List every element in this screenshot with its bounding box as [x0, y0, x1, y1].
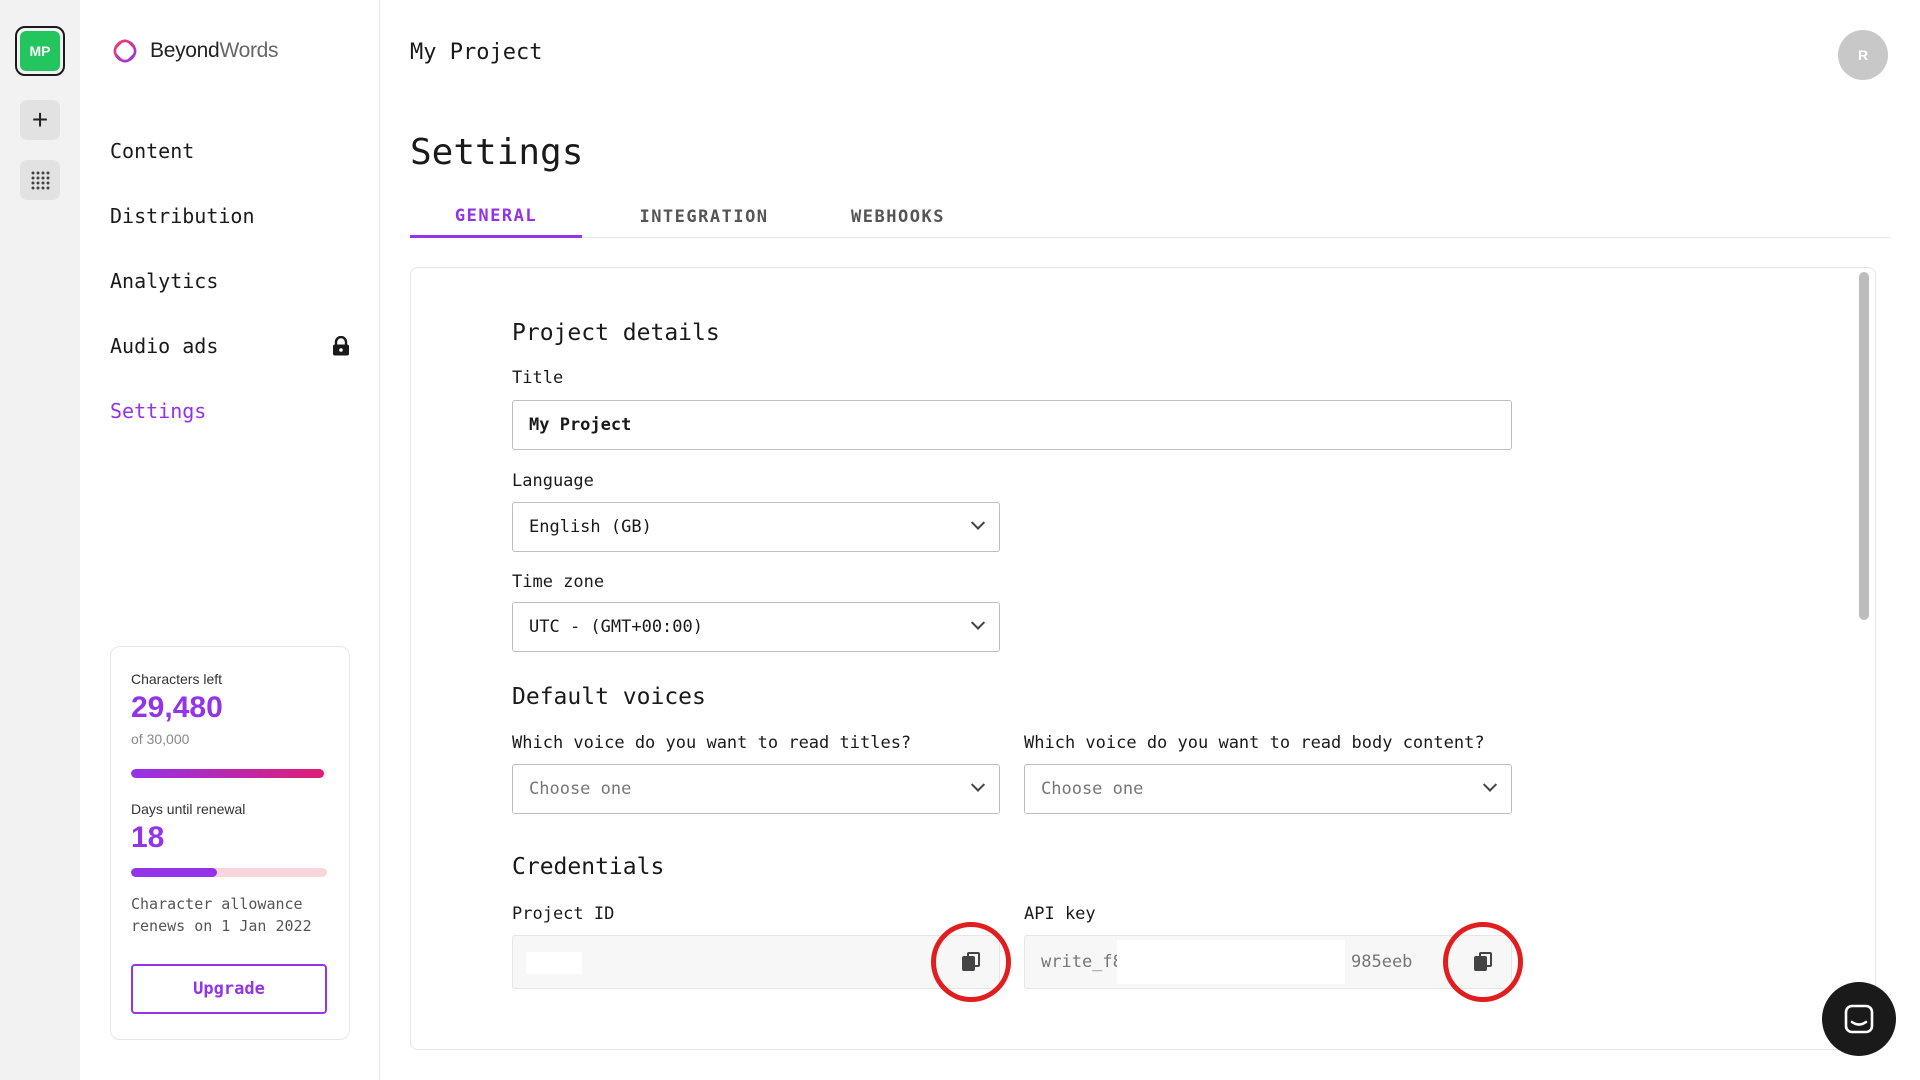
- sidebar-item-label: Content: [110, 138, 195, 163]
- characters-total: of 30,000: [131, 731, 190, 747]
- chevron-down-icon: [970, 777, 986, 792]
- renewal-days-value: 18: [131, 821, 165, 854]
- sidebar-item-content[interactable]: Content: [110, 118, 350, 183]
- sidebar-nav: Content Distribution Analytics Audio ads…: [110, 118, 350, 443]
- renewal-label: Days until renewal: [131, 801, 246, 817]
- allowance-note: Character allowance renews on 1 Jan 2022: [131, 895, 312, 935]
- chevron-down-icon: [970, 515, 986, 530]
- timezone-value: UTC - (GMT+00:00): [529, 617, 703, 637]
- settings-card: Project details Title My Project Languag…: [410, 267, 1876, 1050]
- characters-left-value: 29,480: [131, 691, 223, 724]
- brand-name: BeyondWords: [150, 39, 279, 62]
- workspace-rail: MP +: [0, 0, 80, 1080]
- chat-launcher-button[interactable]: [1822, 982, 1896, 1056]
- body-voice-label: Which voice do you want to read body con…: [1024, 733, 1485, 753]
- timezone-select[interactable]: UTC - (GMT+00:00): [512, 602, 1000, 652]
- api-key-label: API key: [1024, 904, 1096, 924]
- chevron-down-icon: [970, 615, 986, 630]
- beyondwords-logo-icon: [113, 39, 137, 63]
- sidebar-item-label: Audio ads: [110, 333, 219, 358]
- tab-general[interactable]: GENERAL: [410, 196, 582, 238]
- renewal-progress-fill: [131, 868, 218, 877]
- workspace-avatar[interactable]: MP: [15, 26, 65, 76]
- sidebar: BeyondWords Content Distribution Analyti…: [80, 0, 380, 1080]
- redaction-box: [526, 952, 582, 974]
- sidebar-item-label: Analytics: [110, 268, 219, 293]
- api-key-suffix: 985eeb: [1351, 952, 1413, 972]
- characters-progress-fill: [131, 769, 324, 778]
- copy-icon: [961, 952, 981, 972]
- redaction-box: [1117, 940, 1345, 984]
- section-default-voices: Default voices: [512, 684, 706, 710]
- sidebar-item-settings[interactable]: Settings: [110, 378, 350, 443]
- apps-grid-button[interactable]: [20, 160, 60, 200]
- title-voice-label: Which voice do you want to read titles?: [512, 733, 912, 753]
- sidebar-item-distribution[interactable]: Distribution: [110, 183, 350, 248]
- body-voice-select[interactable]: Choose one: [1024, 764, 1512, 814]
- copy-icon: [1473, 952, 1493, 972]
- copy-api-key-button[interactable]: [1443, 922, 1523, 1002]
- title-label: Title: [512, 368, 564, 388]
- api-key-prefix: write_f8: [1041, 952, 1123, 972]
- renewal-progress-bar: [131, 868, 327, 877]
- sidebar-item-analytics[interactable]: Analytics: [110, 248, 350, 313]
- lock-icon: [333, 335, 349, 355]
- language-select[interactable]: English (GB): [512, 502, 1000, 552]
- copy-project-id-button[interactable]: [931, 922, 1011, 1002]
- characters-progress-bar: [131, 769, 327, 778]
- tab-integration[interactable]: INTEGRATION: [614, 196, 794, 238]
- title-input[interactable]: My Project: [512, 400, 1512, 450]
- title-voice-placeholder: Choose one: [529, 779, 632, 799]
- scrollbar[interactable]: [1859, 272, 1869, 620]
- title-voice-select[interactable]: Choose one: [512, 764, 1000, 814]
- add-workspace-button[interactable]: +: [20, 100, 60, 140]
- project-id-label: Project ID: [512, 904, 615, 924]
- project-name: My Project: [410, 40, 543, 65]
- upgrade-button[interactable]: Upgrade: [131, 964, 327, 1014]
- user-avatar[interactable]: R: [1838, 30, 1888, 80]
- section-credentials: Credentials: [512, 854, 665, 880]
- sidebar-item-label: Settings: [110, 398, 207, 423]
- settings-tabs: GENERAL INTEGRATION WEBHOOKS: [410, 196, 1890, 238]
- sidebar-item-label: Distribution: [110, 203, 255, 228]
- project-id-field[interactable]: [512, 935, 1000, 989]
- usage-card: Characters left 29,480 of 30,000 Days un…: [110, 646, 350, 1040]
- chat-icon: [1844, 1004, 1874, 1034]
- chevron-down-icon: [1482, 777, 1498, 792]
- grid-icon: [31, 171, 50, 190]
- plus-icon: +: [31, 104, 49, 135]
- timezone-label: Time zone: [512, 572, 605, 592]
- body-voice-placeholder: Choose one: [1041, 779, 1144, 799]
- tab-webhooks[interactable]: WEBHOOKS: [828, 196, 968, 238]
- language-label: Language: [512, 471, 594, 491]
- workspace-initials: MP: [20, 31, 60, 71]
- language-value: English (GB): [529, 517, 652, 537]
- page-title: Settings: [410, 132, 584, 173]
- sidebar-item-audio-ads[interactable]: Audio ads: [110, 313, 350, 378]
- brand-logo[interactable]: BeyondWords: [110, 36, 279, 66]
- characters-left-label: Characters left: [131, 671, 223, 687]
- section-project-details: Project details: [512, 320, 720, 346]
